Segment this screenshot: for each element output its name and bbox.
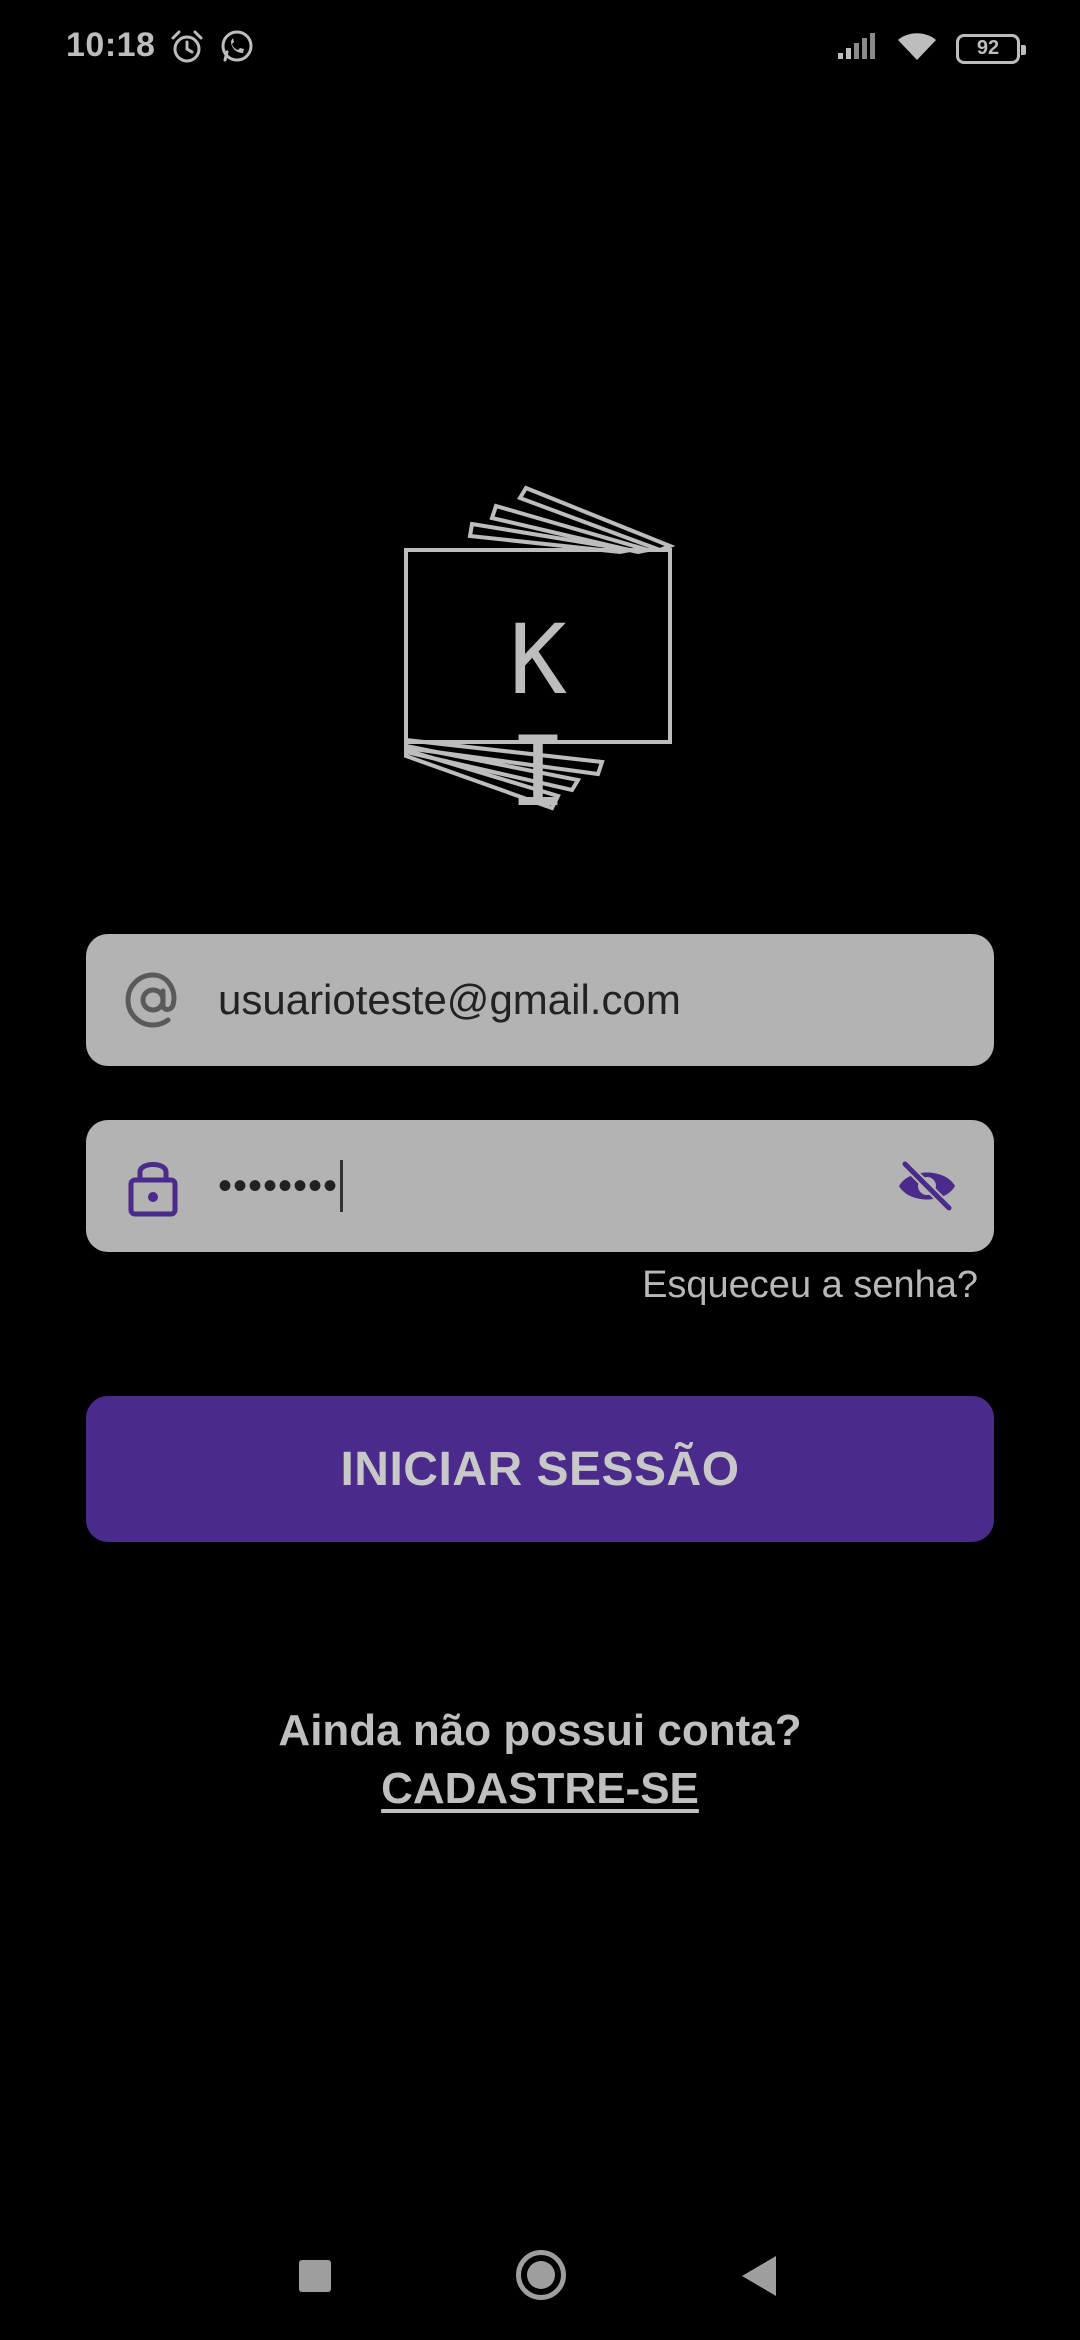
- password-input[interactable]: ••••••••: [218, 1160, 344, 1212]
- at-sign-icon: [118, 965, 188, 1035]
- wifi-icon: [896, 30, 938, 67]
- alarm-icon: [168, 28, 206, 71]
- email-field[interactable]: usuarioteste@gmail.com: [86, 934, 994, 1066]
- back-triangle-icon[interactable]: [742, 2256, 776, 2296]
- notification-icons: [168, 28, 256, 71]
- lock-icon: [118, 1151, 188, 1221]
- signup-link[interactable]: CADASTRE-SE: [0, 1764, 1080, 1814]
- status-time: 10:18: [66, 26, 156, 64]
- whatsapp-icon: [218, 28, 256, 71]
- recents-square-icon[interactable]: [299, 2260, 331, 2292]
- navigation-bar: [0, 2230, 1080, 2320]
- email-input[interactable]: usuarioteste@gmail.com: [218, 976, 681, 1024]
- password-mask: ••••••••: [218, 1163, 339, 1208]
- battery-icon: 92: [956, 33, 1026, 64]
- signal-icon: [836, 31, 878, 66]
- forgot-password-link[interactable]: Esqueceu a senha?: [642, 1264, 978, 1307]
- signup-prompt: Ainda não possui conta?: [278, 1706, 802, 1755]
- battery-level: 92: [976, 37, 1000, 59]
- login-button[interactable]: INICIAR SESSÃO: [86, 1396, 994, 1542]
- eye-off-icon[interactable]: [894, 1153, 960, 1219]
- home-circle-icon[interactable]: [516, 2250, 566, 2300]
- logo-text: K I: [509, 604, 597, 828]
- app-logo: K I: [400, 484, 680, 828]
- system-icons: 92: [836, 30, 1026, 67]
- status-bar: 10:18 92: [0, 0, 1080, 100]
- password-field[interactable]: ••••••••: [86, 1120, 994, 1252]
- text-caret: [340, 1160, 344, 1212]
